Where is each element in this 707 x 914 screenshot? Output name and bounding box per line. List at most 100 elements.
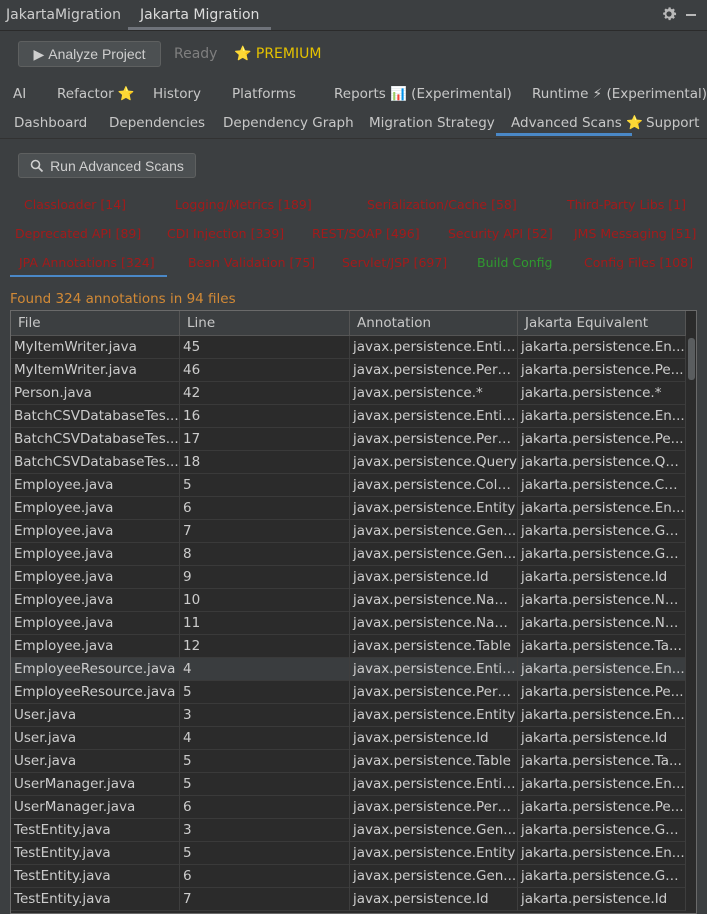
jakarta-equivalent-cell: jakarta.persistence.Na... xyxy=(518,589,686,612)
table-row[interactable]: User.java 4 javax.persistence.Id jakarta.pe… xyxy=(11,727,686,750)
jakarta-equivalent-cell: jakarta.persistence.Ge... xyxy=(518,543,686,566)
tab-platforms[interactable]: Platforms xyxy=(232,81,296,107)
file-cell: Employee.java xyxy=(11,497,180,520)
scan-tab-serialization-cache[interactable]: Serialization/Cache [58] xyxy=(367,197,517,212)
jakarta-equivalent-cell: jakarta.persistence.Co... xyxy=(518,474,686,497)
tab-migration-strategy[interactable]: Migration Strategy xyxy=(369,110,495,136)
tool-window-title: JakartaMigration xyxy=(6,7,121,23)
table-row[interactable]: Employee.java 6 javax.persistence.Entity ja… xyxy=(11,497,686,520)
scan-tab-build-config[interactable]: Build Config xyxy=(477,255,552,270)
file-cell: Employee.java xyxy=(11,543,180,566)
gear-icon[interactable] xyxy=(660,5,678,23)
tab-runtime[interactable]: Runtime ⚡ (Experimental) xyxy=(532,81,707,107)
table-row[interactable]: MyItemWriter.java 45 javax.persistence.Ent… xyxy=(11,336,686,359)
table-row[interactable]: TestEntity.java 7 javax.persistence.Id jaka… xyxy=(11,888,686,911)
table-row[interactable]: Employee.java 10 javax.persistence.Nam... j… xyxy=(11,589,686,612)
scan-tab-logging-metrics[interactable]: Logging/Metrics [189] xyxy=(175,197,312,212)
table-row[interactable]: TestEntity.java 3 javax.persistence.Gen...… xyxy=(11,819,686,842)
tab-refactor[interactable]: Refactor ⭐ xyxy=(57,81,135,107)
jakarta-equivalent-cell: jakarta.persistence.En... xyxy=(518,405,686,428)
table-row[interactable]: Employee.java 8 javax.persistence.Gen... ja… xyxy=(11,543,686,566)
results-table: File Line Annotation Jakarta Equivalent … xyxy=(10,310,697,914)
line-cell: 18 xyxy=(180,451,350,474)
annotation-cell: javax.persistence.Colu... xyxy=(350,474,518,497)
table-row[interactable]: MyItemWriter.java 46 javax.persistence.Per… xyxy=(11,359,686,382)
line-cell: 16 xyxy=(180,405,350,428)
jakarta-equivalent-cell: jakarta.persistence.En... xyxy=(518,336,686,359)
table-row[interactable]: User.java 3 javax.persistence.Entity jakart… xyxy=(11,704,686,727)
column-header-jakarta-equivalent[interactable]: Jakarta Equivalent xyxy=(518,311,686,336)
scrollbar-thumb[interactable] xyxy=(688,338,695,380)
tab-history[interactable]: History xyxy=(153,81,201,107)
scan-tab-jpa-annotations[interactable]: JPA Annotations [324] xyxy=(10,255,167,277)
file-cell: BatchCSVDatabaseTes... xyxy=(11,405,180,428)
table-row[interactable]: Person.java 42 javax.persistence.* jakarta.… xyxy=(11,382,686,405)
table-row[interactable]: BatchCSVDatabaseTes... 17 javax.persistenc… xyxy=(11,428,686,451)
results-summary: Found 324 annotations in 94 files xyxy=(10,291,236,307)
line-cell: 3 xyxy=(180,819,350,842)
tab-support[interactable]: Support xyxy=(646,110,699,136)
scan-tab-cdi-injection[interactable]: CDI Injection [339] xyxy=(167,226,284,241)
line-cell: 6 xyxy=(180,796,350,819)
column-header-annotation[interactable]: Annotation xyxy=(350,311,518,336)
tool-window-tab[interactable]: Jakarta Migration xyxy=(128,0,272,30)
tab-advanced-scans[interactable]: Advanced Scans ⭐ xyxy=(496,110,643,136)
annotation-cell: javax.persistence.Gen... xyxy=(350,543,518,566)
table-row[interactable]: User.java 5 javax.persistence.Table jakarta… xyxy=(11,750,686,773)
tab-ai[interactable]: AI xyxy=(13,81,26,107)
scan-tab-config-files[interactable]: Config Files [108] xyxy=(584,255,693,270)
tab-dependencies[interactable]: Dependencies xyxy=(109,110,205,136)
minimize-icon[interactable] xyxy=(686,14,696,16)
table-row[interactable]: Employee.java 7 javax.persistence.Gen... ja… xyxy=(11,520,686,543)
vertical-scrollbar[interactable] xyxy=(686,336,696,913)
table-row[interactable]: TestEntity.java 6 javax.persistence.Gen...… xyxy=(11,865,686,888)
scan-tab-bean-validation[interactable]: Bean Validation [75] xyxy=(188,255,315,270)
file-cell: Employee.java xyxy=(11,612,180,635)
annotation-cell: javax.persistence.Table xyxy=(350,635,518,658)
file-cell: Employee.java xyxy=(11,589,180,612)
line-cell: 4 xyxy=(180,727,350,750)
table-row[interactable]: Employee.java 5 javax.persistence.Colu... j… xyxy=(11,474,686,497)
annotation-cell: javax.persistence.Gen... xyxy=(350,865,518,888)
line-cell: 5 xyxy=(180,474,350,497)
column-header-line[interactable]: Line xyxy=(180,311,350,336)
annotation-cell: javax.persistence.Entit... xyxy=(350,773,518,796)
file-cell: BatchCSVDatabaseTes... xyxy=(11,451,180,474)
table-row[interactable]: Employee.java 11 javax.persistence.Nam... j… xyxy=(11,612,686,635)
column-header-file[interactable]: File xyxy=(11,311,180,336)
annotation-cell: javax.persistence.Pers... xyxy=(350,428,518,451)
scan-tab-rest-soap[interactable]: REST/SOAP [496] xyxy=(312,226,420,241)
analyze-project-button[interactable]: ▶ Analyze Project xyxy=(18,41,161,67)
table-row[interactable]: UserManager.java 6 javax.persistence.Pers.… xyxy=(11,796,686,819)
jakarta-equivalent-cell: jakarta.persistence.Ge... xyxy=(518,520,686,543)
table-row[interactable]: EmployeeResource.java 4 javax.persistence.… xyxy=(11,658,686,681)
table-row[interactable]: BatchCSVDatabaseTes... 18 javax.persistenc… xyxy=(11,451,686,474)
table-header: File Line Annotation Jakarta Equivalent xyxy=(11,311,686,336)
table-row[interactable]: Employee.java 12 javax.persistence.Table ja… xyxy=(11,635,686,658)
scan-tab-classloader[interactable]: Classloader [14] xyxy=(24,197,126,212)
scan-tab-third-party-libs[interactable]: Third-Party Libs [1] xyxy=(567,197,686,212)
table-row[interactable]: Employee.java 9 javax.persistence.Id jakart… xyxy=(11,566,686,589)
table-row[interactable]: UserManager.java 5 javax.persistence.Entit… xyxy=(11,773,686,796)
file-cell: EmployeeResource.java xyxy=(11,681,180,704)
file-cell: TestEntity.java xyxy=(11,865,180,888)
tab-reports[interactable]: Reports 📊 (Experimental) xyxy=(334,81,512,107)
table-row[interactable]: BatchCSVDatabaseTes... 16 javax.persistenc… xyxy=(11,405,686,428)
jakarta-equivalent-cell: jakarta.persistence.Pe... xyxy=(518,796,686,819)
run-advanced-scans-button[interactable]: Run Advanced Scans xyxy=(18,153,196,178)
file-cell: User.java xyxy=(11,704,180,727)
scan-tab-deprecated-api[interactable]: Deprecated API [89] xyxy=(15,226,141,241)
table-row[interactable]: EmployeeResource.java 5 javax.persistence.… xyxy=(11,681,686,704)
line-cell: 4 xyxy=(180,658,350,681)
scan-tab-jms-messaging[interactable]: JMS Messaging [51] xyxy=(574,226,696,241)
table-row[interactable]: TestEntity.java 5 javax.persistence.Entity… xyxy=(11,842,686,865)
tab-dependency-graph[interactable]: Dependency Graph xyxy=(223,110,354,136)
tab-dashboard[interactable]: Dashboard xyxy=(14,110,87,136)
annotation-cell: javax.persistence.Entity xyxy=(350,842,518,865)
scan-tab-servlet-jsp[interactable]: Servlet/JSP [697] xyxy=(342,255,447,270)
scan-tab-security-api[interactable]: Security API [52] xyxy=(448,226,553,241)
search-icon xyxy=(30,159,44,172)
file-cell: EmployeeResource.java xyxy=(11,658,180,681)
jakarta-equivalent-cell: jakarta.persistence.Id xyxy=(518,888,686,911)
file-cell: TestEntity.java xyxy=(11,842,180,865)
